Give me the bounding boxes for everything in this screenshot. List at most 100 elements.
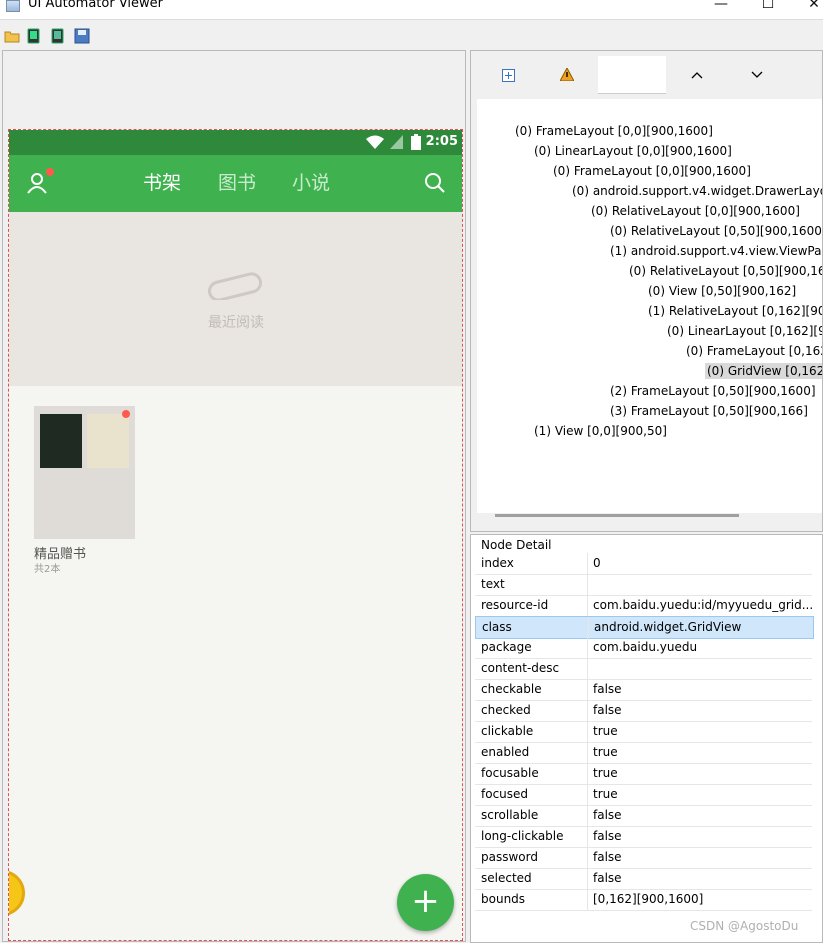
tree-node-selected[interactable]: (0) GridView [0,162] <box>705 363 822 379</box>
detail-key: checkable <box>481 682 542 696</box>
tab-novels[interactable]: 小说 <box>292 171 330 195</box>
column-divider <box>587 637 588 658</box>
tree-node[interactable]: (0) RelativeLayout [0,50][900,1600 <box>629 263 822 279</box>
title-bar: UI Automator Viewer — ☐ ✕ <box>0 0 823 20</box>
tree-node[interactable]: (0) View [0,50][900,162] <box>648 283 796 299</box>
detail-row-index[interactable]: index 0 <box>475 553 812 575</box>
horizontal-scrollbar[interactable] <box>495 514 739 517</box>
book-cover-card[interactable] <box>34 406 135 539</box>
column-divider <box>587 763 588 784</box>
detail-key: focusable <box>481 766 539 780</box>
add-book-fab[interactable]: + <box>397 874 454 931</box>
detail-row-focusable[interactable]: focusable true <box>475 763 812 785</box>
book-cover-light <box>87 414 129 468</box>
detail-key: text <box>481 577 505 591</box>
device-screen[interactable]: 2:05 书架 图书 小说 最近阅读 精品赠书 共2本 + <box>8 129 463 941</box>
tree-node[interactable]: (0) LinearLayout [0,0][900,1600] <box>534 143 732 159</box>
tree-node[interactable]: (2) FrameLayout [0,50][900,1600] <box>610 383 816 399</box>
detail-row-enabled[interactable]: enabled true <box>475 742 812 764</box>
detail-row-clickable[interactable]: clickable true <box>475 721 812 743</box>
signal-icon <box>390 135 403 149</box>
device-screenshot-compressed-icon[interactable] <box>50 28 66 44</box>
detail-key: focused <box>481 787 529 801</box>
detail-key: checked <box>481 703 531 717</box>
tab-bookshelf[interactable]: 书架 <box>143 171 181 195</box>
tab-books[interactable]: 图书 <box>218 171 256 195</box>
search-box[interactable] <box>598 56 666 94</box>
close-button[interactable]: ✕ <box>799 0 823 14</box>
tree-node[interactable]: (1) android.support.v4.view.ViewPag <box>610 243 822 259</box>
detail-value: android.widget.GridView <box>594 620 742 634</box>
status-time: 2:05 <box>425 134 458 149</box>
hierarchy-tree[interactable]: (0) FrameLayout [0,0][900,1600] (0) Linea… <box>477 99 822 513</box>
column-divider <box>587 784 588 805</box>
column-divider <box>587 595 588 616</box>
detail-key: enabled <box>481 745 530 759</box>
detail-row-content-desc[interactable]: content-desc <box>475 658 812 680</box>
detail-row-bounds[interactable]: bounds [0,162][900,1600] <box>475 889 812 911</box>
save-icon[interactable] <box>74 28 90 44</box>
book-count: 共2本 <box>34 564 61 575</box>
detail-value: false <box>593 829 622 843</box>
open-folder-icon[interactable] <box>4 28 20 44</box>
detail-key: clickable <box>481 724 534 738</box>
app-bar: 书架 图书 小说 <box>9 155 462 212</box>
recent-reading-area[interactable]: 最近阅读 <box>9 212 462 386</box>
detail-row-long-clickable[interactable]: long-clickable false <box>475 826 812 848</box>
device-screenshot-icon[interactable] <box>26 28 42 44</box>
search-icon[interactable] <box>424 172 446 194</box>
tree-node[interactable]: (0) android.support.v4.widget.DrawerLayo… <box>572 183 822 199</box>
expand-all-icon[interactable] <box>502 69 515 82</box>
detail-row-checkable[interactable]: checkable false <box>475 679 812 701</box>
column-divider <box>587 889 588 910</box>
bookmark-empty-icon <box>208 272 262 300</box>
detail-key: long-clickable <box>481 829 564 843</box>
tree-node[interactable]: (1) View [0,0][900,50] <box>534 423 667 439</box>
node-detail-panel: Node Detail index 0 text resource-id com.bai… <box>470 534 823 943</box>
app-icon <box>6 0 20 12</box>
tree-node[interactable]: (3) FrameLayout [0,50][900,166] <box>610 403 808 419</box>
wifi-icon <box>366 135 384 149</box>
detail-row-text[interactable]: text <box>475 574 812 596</box>
detail-row-class[interactable]: class android.widget.GridView <box>475 616 814 639</box>
column-divider <box>587 721 588 742</box>
tree-node[interactable]: (0) FrameLayout [0,0][900,1600] <box>515 123 713 139</box>
tree-node[interactable]: (0) FrameLayout [0,162 <box>686 343 822 359</box>
user-icon[interactable] <box>26 172 48 194</box>
detail-value: com.baidu.yuedu:id/myyuedu_grid... <box>593 598 814 612</box>
column-divider <box>587 700 588 721</box>
detail-row-scrollable[interactable]: scrollable false <box>475 805 812 827</box>
coin-icon[interactable] <box>9 870 25 916</box>
detail-value: 0 <box>593 556 601 570</box>
up-arrow-icon[interactable] <box>691 71 703 79</box>
detail-value: true <box>593 745 618 759</box>
down-arrow-icon[interactable] <box>751 71 763 79</box>
book-cover-dark <box>40 414 82 468</box>
column-divider <box>587 805 588 826</box>
column-divider <box>587 679 588 700</box>
detail-value: false <box>593 703 622 717</box>
detail-row-package[interactable]: package com.baidu.yuedu <box>475 637 812 659</box>
detail-row-focused[interactable]: focused true <box>475 784 812 806</box>
tree-node[interactable]: (0) RelativeLayout [0,50][900,1600] <box>610 223 822 239</box>
tree-node[interactable]: (0) FrameLayout [0,0][900,1600] <box>553 163 751 179</box>
detail-key: resource-id <box>481 598 549 612</box>
tree-node[interactable]: (1) RelativeLayout [0,162][900 <box>648 303 822 319</box>
window-title: UI Automator Viewer <box>28 0 164 11</box>
detail-row-checked[interactable]: checked false <box>475 700 812 722</box>
detail-row-resource-id[interactable]: resource-id com.baidu.yuedu:id/myyuedu_gr… <box>475 595 814 617</box>
maximize-button[interactable]: ☐ <box>753 0 783 14</box>
column-divider <box>587 553 588 574</box>
battery-icon <box>411 134 421 150</box>
minimize-button[interactable]: — <box>706 0 736 14</box>
recent-reading-label: 最近阅读 <box>208 315 264 331</box>
warning-icon[interactable] <box>560 68 574 81</box>
column-divider <box>587 574 588 595</box>
detail-row-selected[interactable]: selected false <box>475 868 812 890</box>
column-divider <box>587 742 588 763</box>
detail-row-password[interactable]: password false <box>475 847 812 869</box>
detail-value: false <box>593 850 622 864</box>
tree-node[interactable]: (0) LinearLayout [0,162][90 <box>667 323 822 339</box>
detail-key: scrollable <box>481 808 539 822</box>
tree-node[interactable]: (0) RelativeLayout [0,0][900,1600] <box>591 203 800 219</box>
